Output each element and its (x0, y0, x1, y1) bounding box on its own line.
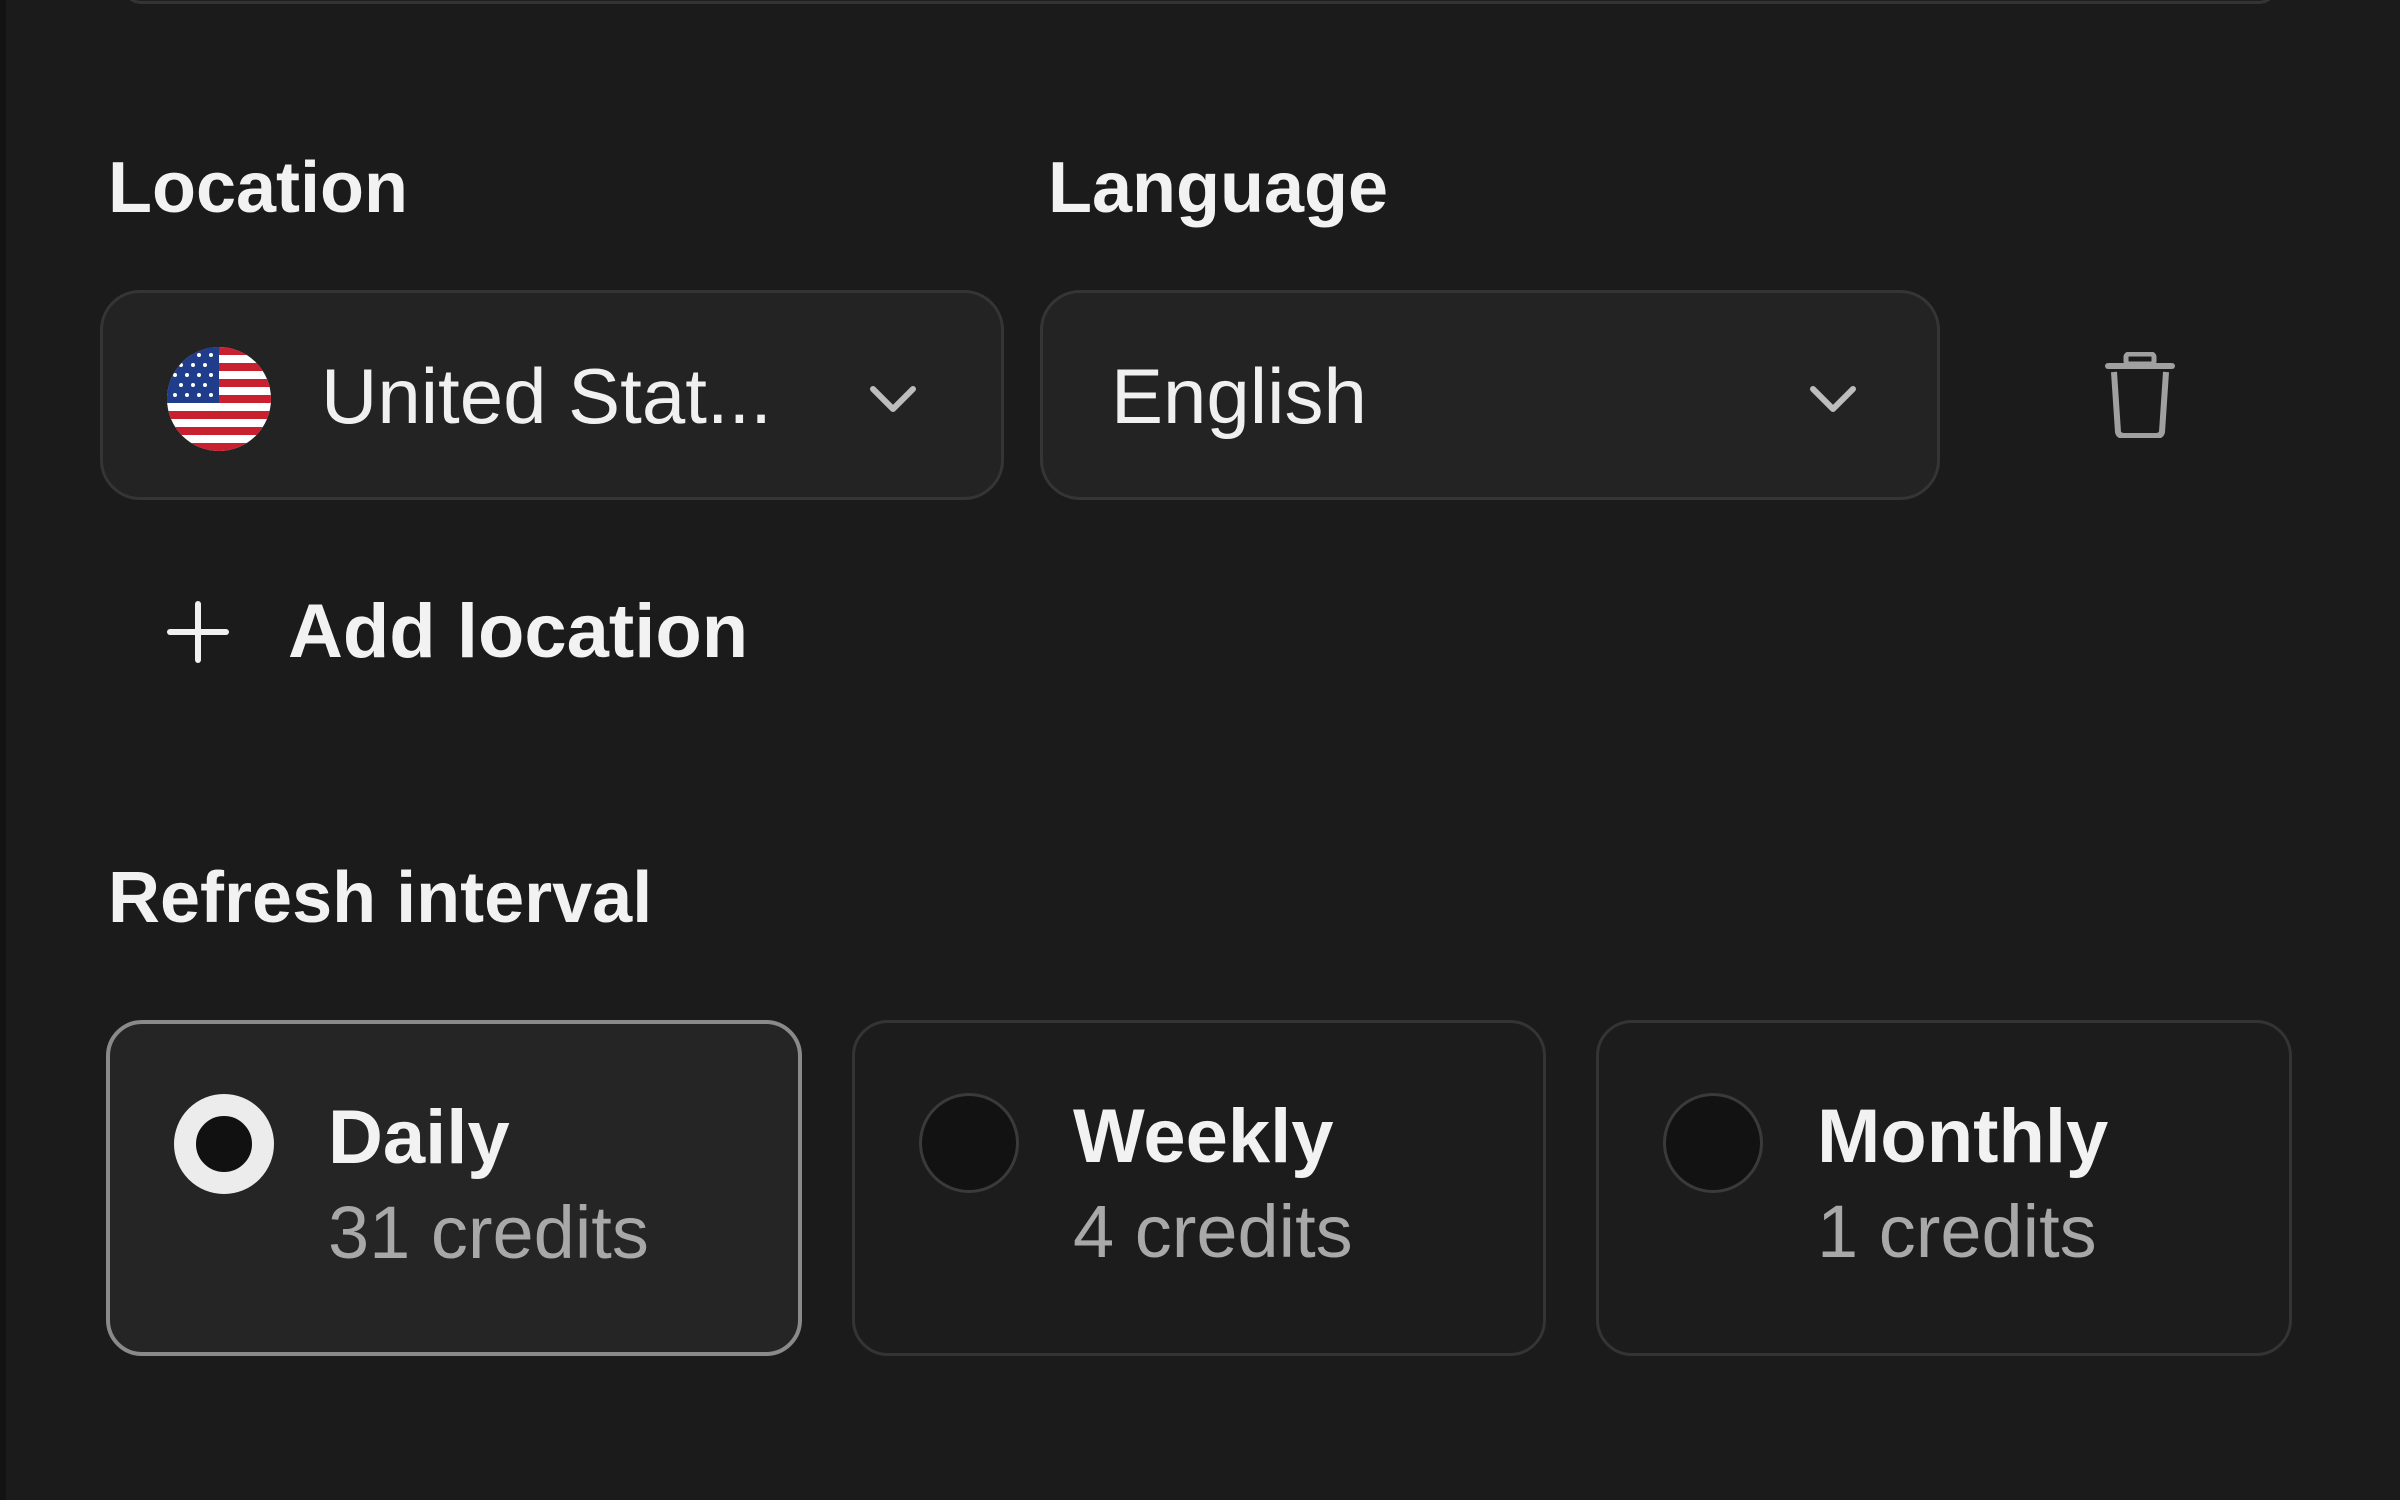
language-select[interactable]: English (1040, 290, 1940, 500)
us-flag-icon (167, 347, 271, 451)
option-title: Monthly (1817, 1094, 2109, 1179)
option-title: Daily (328, 1095, 510, 1180)
add-location-label: Add location (288, 589, 749, 674)
radio-selected-icon (174, 1094, 274, 1194)
location-select[interactable]: United Stat... (100, 290, 1004, 500)
trash-icon[interactable] (2104, 352, 2176, 438)
refresh-option-weekly[interactable]: Weekly 4 credits (852, 1020, 1546, 1356)
location-label: Location (108, 148, 408, 228)
option-title: Weekly (1073, 1094, 1334, 1179)
radio-unselected-icon (1663, 1093, 1763, 1193)
chevron-down-icon (870, 386, 916, 412)
radio-unselected-icon (919, 1093, 1019, 1193)
settings-panel: Location Language United Stat... English… (0, 0, 2400, 1500)
option-credits: 31 credits (328, 1191, 649, 1274)
panel-edge (0, 0, 6, 1500)
refresh-option-monthly[interactable]: Monthly 1 credits (1596, 1020, 2292, 1356)
refresh-option-daily[interactable]: Daily 31 credits (106, 1020, 802, 1356)
option-credits: 4 credits (1073, 1190, 1353, 1273)
language-label: Language (1048, 148, 1389, 228)
plus-icon (167, 601, 229, 663)
chevron-down-icon (1810, 386, 1856, 412)
language-value: English (1111, 352, 1367, 440)
refresh-interval-label: Refresh interval (108, 858, 653, 938)
location-value: United Stat... (321, 352, 772, 440)
option-credits: 1 credits (1817, 1190, 2097, 1273)
previous-field[interactable] (120, 0, 2280, 4)
add-location-button[interactable]: Add location (166, 590, 748, 674)
